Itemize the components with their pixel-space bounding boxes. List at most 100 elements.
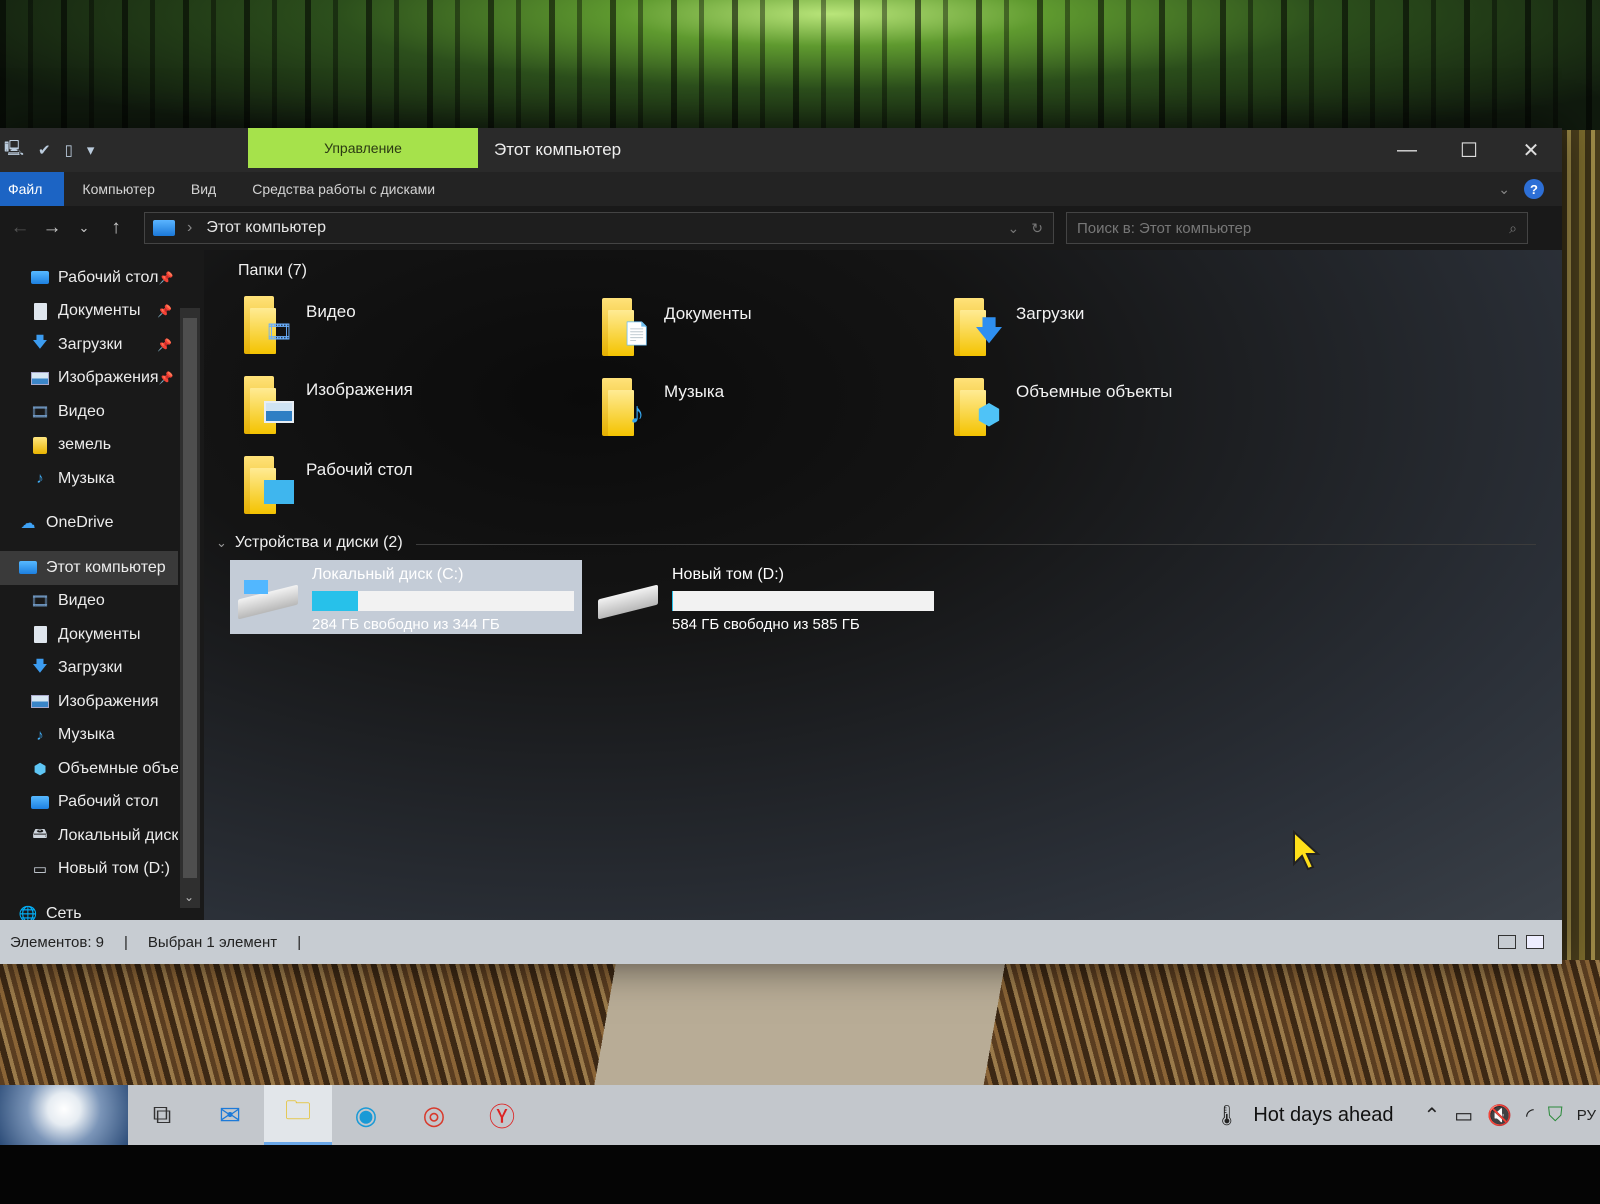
tab-computer[interactable]: Компьютер [64, 172, 172, 206]
title-bar: 🖳 ✔ ▯ ▾ Управление Этот компьютер — ☐ ✕ [0, 128, 1562, 172]
devices-group-header[interactable]: ⌄ Устройства и диски (2) [216, 534, 1536, 552]
downloads-folder-icon: 🡇 [974, 315, 1004, 346]
weather-icon[interactable]: 🌡 [1214, 1103, 1239, 1128]
drive-item-c[interactable]: Локальный диск (C:) 284 ГБ свободно из 3… [230, 560, 582, 634]
large-icons-view-icon[interactable] [1526, 935, 1544, 949]
sidebar-item-pc-pictures[interactable]: Изображения [0, 685, 178, 719]
new-folder-icon[interactable]: ▯ [65, 141, 73, 159]
up-icon[interactable]: ↑ [104, 217, 128, 239]
sidebar-item-onedrive[interactable]: ☁ OneDrive [0, 507, 178, 541]
drive-item-d[interactable]: Новый том (D:) 584 ГБ свободно из 585 ГБ [590, 560, 942, 634]
pin-icon[interactable]: 📌 [157, 338, 178, 352]
sidebar-item-pc-music[interactable]: ♪ Музыка [0, 719, 178, 753]
chrome-icon[interactable]: ◎ [400, 1085, 468, 1145]
scroll-down-icon[interactable]: ⌄ [184, 890, 194, 904]
folder-item-video[interactable]: 🎞 Видео [244, 294, 574, 356]
folder-name: Изображения [306, 380, 413, 399]
task-view-icon[interactable]: ⧉ [128, 1085, 196, 1145]
sidebar-item-label: Музыка [58, 469, 115, 487]
sidebar-item-pc-documents[interactable]: Документы [0, 618, 178, 652]
show-hidden-icons-icon[interactable]: ⌃ [1423, 1103, 1440, 1128]
collapse-chevron-icon[interactable]: ⌄ [216, 535, 227, 551]
battery-icon[interactable]: ▭ [1454, 1103, 1473, 1128]
folder-item-desktop[interactable]: Рабочий стол [244, 454, 574, 516]
help-icon[interactable]: ? [1524, 179, 1544, 199]
recent-locations-icon[interactable]: ⌄ [72, 220, 96, 236]
outlook-icon[interactable]: ✉ [196, 1085, 264, 1145]
mouse-cursor-icon [1293, 830, 1321, 871]
volume-muted-icon[interactable]: 🔇 [1487, 1103, 1512, 1128]
status-item-count: Элементов: 9 [10, 933, 105, 951]
sidebar-item-pc-3d-objects[interactable]: ⬢ Объемные объекты [0, 752, 178, 786]
refresh-icon[interactable]: ↻ [1031, 220, 1043, 237]
sidebar-scrollbar[interactable]: ⌄ [180, 308, 200, 908]
sidebar-item-volume-d[interactable]: ▭ Новый том (D:) [0, 853, 178, 887]
language-indicator[interactable]: РУ [1577, 1107, 1596, 1124]
security-shield-icon[interactable]: ⛉ [1548, 1104, 1563, 1127]
search-input[interactable]: Поиск в: Этот компьютер ⌕ [1066, 212, 1528, 244]
folder-item-music[interactable]: ♪ Музыка [602, 376, 932, 438]
devices-group-title: Устройства и диски (2) [234, 534, 403, 551]
file-explorer-taskbar-icon[interactable]: 🗀 [264, 1085, 332, 1145]
wallpaper-bamboo-top [0, 0, 1600, 140]
breadcrumb-separator-icon[interactable]: › [187, 219, 192, 237]
edge-icon[interactable]: ◉ [332, 1085, 400, 1145]
wifi-icon[interactable]: ◜ [1526, 1103, 1534, 1128]
breadcrumb[interactable]: Этот компьютер [206, 219, 326, 237]
sidebar-item-label: Документы [58, 625, 141, 643]
details-view-icon[interactable] [1498, 935, 1516, 949]
sidebar-item-pc-video[interactable]: 🎞 Видео [0, 585, 178, 619]
taskbar: ⧉ ✉ 🗀 ◉ ◎ Ⓨ 🌡 Hot days ahead ⌃ ▭ 🔇 ◜ ⛉ Р… [0, 1085, 1600, 1145]
expand-ribbon-icon[interactable]: ⌄ [1498, 181, 1510, 198]
sidebar-item-zemel[interactable]: земель [0, 429, 178, 463]
sidebar-item-music[interactable]: ♪ Музыка [0, 462, 178, 496]
minimize-button[interactable]: — [1376, 128, 1438, 172]
music-icon: ♪ [36, 470, 44, 488]
forward-icon[interactable]: → [40, 217, 64, 239]
customize-toolbar-icon[interactable]: ▾ [87, 141, 95, 159]
maximize-button[interactable]: ☐ [1438, 128, 1500, 172]
back-icon[interactable]: ← [8, 217, 32, 239]
folder-name: Музыка [664, 382, 725, 401]
wallpaper-path-bottom [0, 960, 1600, 1085]
folder-name: Видео [306, 302, 356, 321]
system-tray: 🌡 Hot days ahead ⌃ ▭ 🔇 ◜ ⛉ РУ [1214, 1103, 1600, 1128]
weather-text[interactable]: Hot days ahead [1253, 1104, 1393, 1127]
sidebar-item-label: Объемные объекты [58, 759, 178, 777]
tab-view[interactable]: Вид [173, 172, 234, 206]
sidebar-item-video[interactable]: 🎞 Видео [0, 395, 178, 429]
pin-icon[interactable]: 📌 [158, 271, 178, 285]
yandex-browser-icon[interactable]: Ⓨ [468, 1085, 536, 1145]
desktop-icon [31, 795, 49, 809]
sidebar-item-documents[interactable]: Документы 📌 [0, 295, 178, 329]
pictures-icon [31, 695, 49, 709]
folders-group-header[interactable]: Папки (7) [238, 262, 307, 280]
scrollbar-thumb[interactable] [183, 318, 197, 878]
folder-item-3d-objects[interactable]: ⬢ Объемные объекты [954, 376, 1284, 438]
sidebar-item-pc-desktop[interactable]: Рабочий стол [0, 786, 178, 820]
folder-item-pictures[interactable]: Изображения [244, 374, 574, 436]
address-bar[interactable]: › Этот компьютер ⌄ ↻ [144, 212, 1054, 244]
sidebar-item-this-pc[interactable]: Этот компьютер [0, 551, 178, 585]
sidebar-item-downloads[interactable]: 🡇 Загрузки 📌 [0, 328, 178, 362]
sidebar-item-pc-downloads[interactable]: 🡇 Загрузки [0, 652, 178, 686]
folder-item-downloads[interactable]: 🡇 Загрузки [954, 296, 1284, 358]
sidebar-item-pictures[interactable]: Изображения 📌 [0, 362, 178, 396]
folder-item-documents[interactable]: 📄 Документы [602, 296, 932, 358]
start-button[interactable] [0, 1085, 128, 1145]
pc-icon[interactable]: 🖳 [4, 138, 24, 163]
sidebar-item-local-disk-c[interactable]: 🖴 Локальный диск (C:) [0, 819, 178, 853]
manage-contextual-tab[interactable]: Управление [248, 128, 478, 168]
sidebar-item-label: Загрузки [58, 335, 123, 353]
pin-icon[interactable]: 📌 [157, 304, 178, 318]
pin-icon[interactable]: 📌 [159, 371, 178, 385]
download-icon: 🡇 [32, 657, 48, 675]
tab-drive-tools[interactable]: Средства работы с дисками [234, 172, 453, 206]
close-button[interactable]: ✕ [1500, 128, 1562, 172]
tab-file[interactable]: Файл [0, 172, 65, 206]
properties-icon[interactable]: ✔ [38, 141, 51, 159]
address-dropdown-icon[interactable]: ⌄ [1008, 220, 1020, 237]
folder-name: Объемные объекты [1016, 382, 1173, 401]
sidebar-item-desktop[interactable]: Рабочий стол 📌 [0, 261, 178, 295]
sidebar-item-label: Видео [58, 592, 105, 610]
